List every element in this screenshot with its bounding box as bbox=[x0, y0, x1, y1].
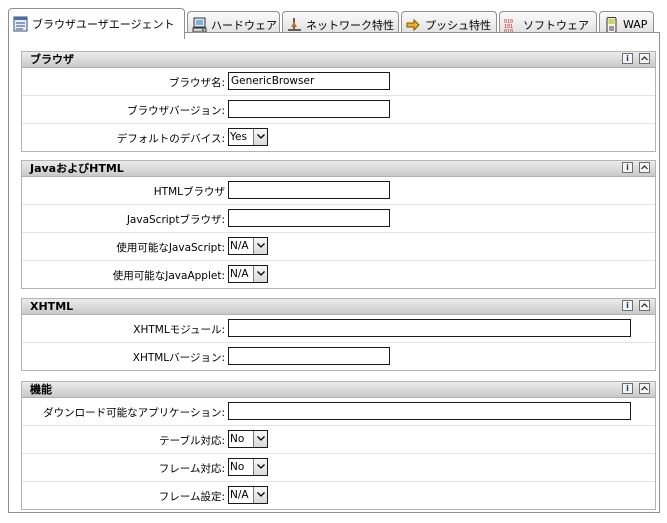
default-device-label: デフォルトのデバイス: bbox=[116, 133, 225, 145]
chevron-down-icon[interactable] bbox=[253, 238, 267, 254]
info-icon[interactable]: i bbox=[622, 162, 633, 173]
collapse-icon[interactable] bbox=[639, 383, 650, 394]
chevron-down-icon[interactable] bbox=[253, 266, 267, 282]
section-header: ブラウザ i bbox=[22, 52, 655, 68]
tab-label: ソフトウェア bbox=[523, 18, 589, 32]
section-header: 機能 i bbox=[22, 382, 655, 398]
form-row: 使用可能なJavaScript: N/A bbox=[22, 233, 655, 261]
browser-name-input[interactable]: GenericBrowser bbox=[228, 72, 390, 90]
javascript-browser-input[interactable] bbox=[228, 209, 390, 227]
frame-settings-select[interactable]: N/A bbox=[228, 486, 268, 504]
section-title: 機能 bbox=[30, 383, 52, 396]
form-row: 使用可能なJavaApplet: N/A bbox=[22, 261, 655, 288]
software-icon: 010 101 010 bbox=[504, 19, 513, 33]
tab-label: WAP bbox=[623, 18, 648, 31]
collapse-icon[interactable] bbox=[639, 53, 650, 64]
form-row: テーブル対応: No bbox=[22, 426, 655, 454]
section-xhtml: XHTML i XHTMLモジュール: XHTMLバージョン: bbox=[21, 298, 656, 371]
downloadable-apps-label: ダウンロード可能なアプリケーション: bbox=[43, 407, 225, 419]
select-value: Yes bbox=[230, 131, 247, 143]
javascript-enabled-select[interactable]: N/A bbox=[228, 237, 268, 255]
xhtml-modules-label: XHTMLモジュール: bbox=[133, 324, 225, 336]
wap-phone-icon bbox=[606, 16, 617, 33]
info-icon[interactable]: i bbox=[622, 383, 633, 394]
tab-browser-user-agent[interactable]: ブラウザユーザエージェント bbox=[8, 8, 185, 39]
html-browser-input[interactable] bbox=[228, 181, 390, 199]
browser-name-label: ブラウザ名: bbox=[168, 77, 225, 89]
browser-version-input[interactable] bbox=[228, 100, 390, 118]
table-support-label: テーブル対応: bbox=[159, 435, 225, 447]
default-device-select[interactable]: Yes bbox=[228, 128, 268, 146]
frame-support-label: フレーム対応: bbox=[158, 463, 225, 475]
push-icon bbox=[406, 18, 420, 31]
table-support-select[interactable]: No bbox=[228, 430, 268, 448]
tab-label: プッシュ特性 bbox=[425, 18, 491, 32]
form-row: デフォルトのデバイス: Yes bbox=[22, 124, 655, 151]
xhtml-version-label: XHTMLバージョン: bbox=[132, 352, 225, 364]
browser-page-icon bbox=[13, 16, 28, 32]
section-title: ブラウザ bbox=[30, 53, 74, 66]
section-header: XHTML i bbox=[22, 299, 655, 315]
form-row: フレーム設定: N/A bbox=[22, 482, 655, 509]
chevron-down-icon[interactable] bbox=[253, 459, 267, 475]
form-row: XHTMLバージョン: bbox=[22, 343, 655, 370]
frame-settings-label: フレーム設定: bbox=[158, 491, 225, 503]
html-browser-label: HTMLブラウザ bbox=[153, 186, 225, 198]
tab-label: ハードウェア bbox=[211, 18, 277, 32]
javascript-browser-label: JavaScriptブラウザ: bbox=[126, 214, 225, 226]
frame-support-select[interactable]: No bbox=[228, 458, 268, 476]
xhtml-modules-input[interactable] bbox=[228, 319, 631, 337]
section-features: 機能 i ダウンロード可能なアプリケーション: テーブル対応: No フレーム対… bbox=[21, 381, 656, 510]
select-value: N/A bbox=[230, 240, 249, 252]
hardware-icon bbox=[192, 17, 207, 32]
select-value: No bbox=[230, 461, 245, 473]
network-icon bbox=[288, 17, 301, 31]
select-value: No bbox=[230, 433, 245, 445]
collapse-icon[interactable] bbox=[639, 300, 650, 311]
javascript-enabled-label: 使用可能なJavaScript: bbox=[116, 242, 225, 254]
form-row: XHTMLモジュール: bbox=[22, 315, 655, 343]
section-title: JavaおよびHTML bbox=[30, 162, 124, 175]
info-icon[interactable]: i bbox=[622, 300, 633, 311]
tab-label: ネットワーク特性 bbox=[306, 18, 394, 32]
chevron-down-icon[interactable] bbox=[253, 431, 267, 447]
form-row: ブラウザ名: GenericBrowser bbox=[22, 68, 655, 96]
section-header: JavaおよびHTML i bbox=[22, 161, 655, 177]
select-value: N/A bbox=[230, 489, 249, 501]
form-row: ダウンロード可能なアプリケーション: bbox=[22, 398, 655, 426]
tab-label: ブラウザユーザエージェント bbox=[32, 18, 175, 31]
form-row: フレーム対応: No bbox=[22, 454, 655, 482]
section-title: XHTML bbox=[30, 300, 74, 313]
info-icon[interactable]: i bbox=[622, 53, 633, 64]
section-browser: ブラウザ i ブラウザ名: GenericBrowser ブラウザバージョン: … bbox=[21, 51, 656, 152]
tab-content-panel: ブラウザ i ブラウザ名: GenericBrowser ブラウザバージョン: … bbox=[8, 32, 660, 513]
downloadable-apps-input[interactable] bbox=[228, 402, 631, 420]
javaapplet-enabled-select[interactable]: N/A bbox=[228, 265, 268, 283]
xhtml-version-input[interactable] bbox=[228, 347, 390, 365]
browser-version-label: ブラウザバージョン: bbox=[127, 105, 225, 117]
collapse-icon[interactable] bbox=[639, 162, 650, 173]
select-value: N/A bbox=[230, 268, 249, 280]
form-row: HTMLブラウザ bbox=[22, 177, 655, 205]
form-row: JavaScriptブラウザ: bbox=[22, 205, 655, 233]
chevron-down-icon[interactable] bbox=[253, 487, 267, 503]
chevron-down-icon[interactable] bbox=[253, 129, 267, 145]
javaapplet-enabled-label: 使用可能なJavaApplet: bbox=[112, 270, 225, 282]
section-java-html: JavaおよびHTML i HTMLブラウザ JavaScriptブラウザ: 使… bbox=[21, 160, 656, 289]
form-row: ブラウザバージョン: bbox=[22, 96, 655, 124]
